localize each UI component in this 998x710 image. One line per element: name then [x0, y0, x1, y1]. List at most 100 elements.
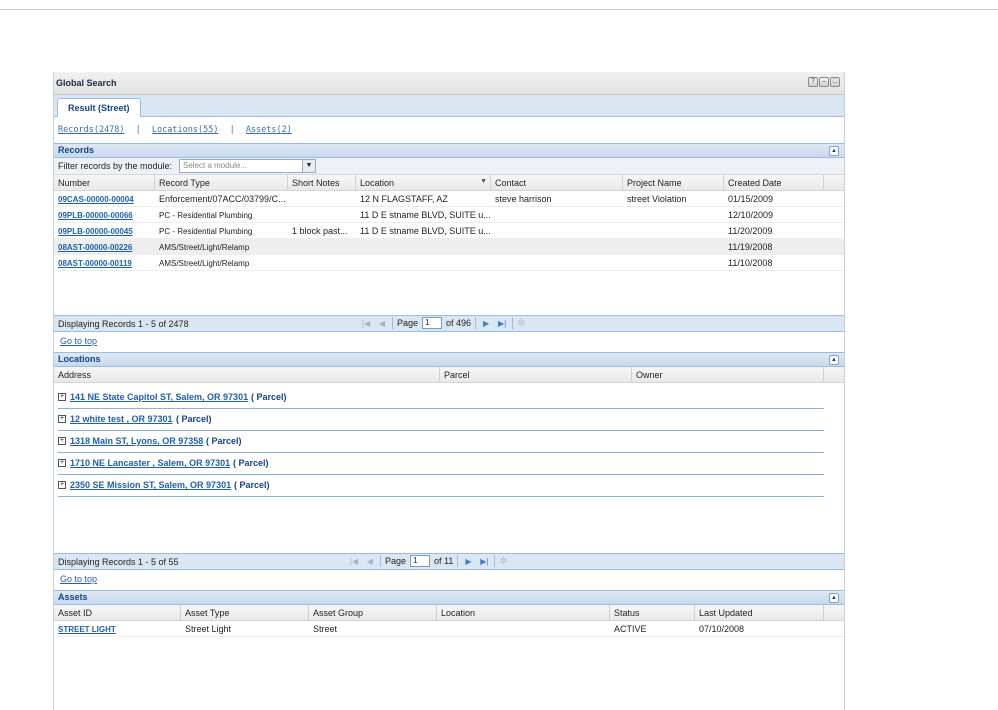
location-address-link[interactable]: 141 NE State Capitol ST, Salem, OR 97301: [70, 392, 248, 402]
table-cell: 11 D E stname BLVD, SUITE u...: [360, 210, 491, 220]
sort-dropdown-icon[interactable]: ▼: [480, 178, 487, 185]
column-header[interactable]: Short Notes: [288, 175, 356, 191]
page-number-input[interactable]: 1: [410, 555, 431, 567]
locations-go-to-top: Go to top: [54, 570, 844, 590]
link-separator: |: [229, 125, 235, 135]
minimize-icon[interactable]: –: [819, 77, 829, 87]
refresh-icon[interactable]: ✲: [517, 318, 525, 329]
table-row[interactable]: 08AST-00000-00226 AMS/Street/Light/Relamp…: [54, 239, 844, 255]
table-row[interactable]: 08AST-00000-00119 AMS/Street/Light/Relamp…: [54, 255, 844, 271]
column-header[interactable]: Parcel: [440, 367, 632, 383]
table-cell: PC - Residential Plumbing: [159, 211, 253, 220]
page-of-label: of 496: [446, 318, 472, 328]
records-display-count: Displaying Records 1 - 5 of 2478: [58, 319, 189, 329]
first-page-icon[interactable]: |◀: [348, 557, 360, 566]
table-cell: Street: [313, 624, 338, 634]
column-header-location[interactable]: Location ▼: [356, 175, 491, 191]
parcel-tag: ( Parcel): [251, 392, 287, 402]
column-header[interactable]: Asset Group: [309, 605, 437, 621]
plus-box-icon[interactable]: +: [58, 459, 66, 467]
table-cell: [623, 207, 724, 223]
table-cell: [356, 239, 491, 255]
table-cell: [491, 207, 623, 223]
table-cell: [288, 207, 356, 223]
prev-page-icon[interactable]: ◀: [364, 557, 376, 566]
location-address-link[interactable]: 2350 SE Mission ST, Salem, OR 97301: [70, 480, 231, 490]
column-header[interactable]: Asset ID: [54, 605, 181, 621]
location-item: +1318 Main ST, Lyons, OR 97358( Parcel): [58, 431, 824, 453]
column-header[interactable]: Owner: [632, 367, 824, 383]
records-filter-row: Filter records by the module: Select a m…: [54, 158, 844, 175]
records-link[interactable]: Records(2478): [58, 125, 125, 135]
records-section-header: Records ▲: [54, 143, 844, 158]
plus-box-icon[interactable]: +: [58, 481, 66, 489]
column-header[interactable]: Status: [610, 605, 695, 621]
chevron-down-icon[interactable]: ▼: [302, 160, 315, 172]
record-number-link[interactable]: 08AST-00000-00226: [54, 239, 155, 255]
location-address-link[interactable]: 12 white test , OR 97301: [70, 414, 173, 424]
column-header[interactable]: Record Type: [155, 175, 288, 191]
plus-box-icon[interactable]: +: [58, 393, 66, 401]
pager-separator: [494, 555, 496, 567]
column-header[interactable]: Contact: [491, 175, 623, 191]
collapse-up-icon[interactable]: ▲: [829, 146, 839, 156]
maximize-icon[interactable]: □: [830, 77, 840, 87]
table-row[interactable]: 09PLB-00000-00045 PC - Residential Plumbi…: [54, 223, 844, 239]
table-cell: steve harrison: [495, 194, 552, 204]
column-header-label: Location: [360, 178, 395, 188]
column-header[interactable]: Number: [54, 175, 155, 191]
assets-grid: Asset ID Asset Type Asset Group Location…: [54, 605, 844, 665]
table-row[interactable]: 09CAS-00000-00004 Enforcement/07ACC/03799…: [54, 191, 844, 207]
table-cell: 07/10/2008: [699, 624, 745, 634]
table-cell: [437, 621, 610, 637]
first-page-icon[interactable]: |◀: [360, 319, 372, 328]
prev-page-icon[interactable]: ◀: [376, 319, 388, 328]
last-page-icon[interactable]: ▶|: [496, 319, 508, 328]
last-page-icon[interactable]: ▶|: [478, 557, 490, 566]
column-header[interactable]: Project Name: [623, 175, 724, 191]
collapse-up-icon[interactable]: ▲: [829, 593, 839, 603]
plus-box-icon[interactable]: +: [58, 415, 66, 423]
column-header[interactable]: Last Updated: [695, 605, 824, 621]
table-cell: [491, 255, 623, 271]
table-cell: [288, 239, 356, 255]
record-number-link[interactable]: 09CAS-00000-00004: [54, 191, 155, 207]
table-row[interactable]: STREET LIGHT Street Light Street ACTIVE 07/1…: [54, 621, 844, 637]
column-header[interactable]: Created Date: [724, 175, 824, 191]
locations-link[interactable]: Locations(55): [152, 125, 219, 135]
help-icon[interactable]: ?: [808, 77, 818, 87]
column-header[interactable]: Location: [437, 605, 610, 621]
table-cell: 1 block past...: [292, 226, 348, 236]
record-number-link[interactable]: 08AST-00000-00119: [54, 255, 155, 271]
pager-separator: [475, 317, 477, 329]
page-number-input[interactable]: 1: [422, 317, 443, 329]
table-cell: [623, 239, 724, 255]
go-to-top-link[interactable]: Go to top: [60, 574, 97, 584]
table-cell: AMS/Street/Light/Relamp: [159, 259, 250, 268]
assets-link[interactable]: Assets(2): [246, 125, 292, 135]
next-page-icon[interactable]: ▶: [462, 557, 474, 566]
table-cell: [288, 191, 356, 207]
module-select[interactable]: Select a module... ▼: [179, 159, 316, 173]
go-to-top-link[interactable]: Go to top: [60, 336, 97, 346]
table-cell: 11/10/2008: [728, 258, 773, 268]
tab-result-street[interactable]: Result (Street): [57, 98, 141, 117]
asset-id-link[interactable]: STREET LIGHT: [54, 621, 181, 637]
location-address-link[interactable]: 1318 Main ST, Lyons, OR 97358: [70, 436, 203, 446]
table-cell: 11/20/2009: [728, 226, 773, 236]
table-row[interactable]: 09PLB-00000-00066 PC - Residential Plumbi…: [54, 207, 844, 223]
parcel-tag: ( Parcel): [234, 480, 270, 490]
records-body: 09CAS-00000-00004 Enforcement/07ACC/03799…: [54, 191, 844, 271]
collapse-up-icon[interactable]: ▲: [829, 355, 839, 365]
table-cell: PC - Residential Plumbing: [159, 227, 253, 236]
record-number-link[interactable]: 09PLB-00000-00045: [54, 223, 155, 239]
locations-pager: |◀ ◀ Page 1 of 11 ▶ ▶| ✲: [348, 555, 508, 567]
location-address-link[interactable]: 1710 NE Lancaster , Salem, OR 97301: [70, 458, 230, 468]
record-number-link[interactable]: 09PLB-00000-00066: [54, 207, 155, 223]
plus-box-icon[interactable]: +: [58, 437, 66, 445]
refresh-icon[interactable]: ✲: [499, 556, 507, 567]
column-header[interactable]: Address: [54, 367, 440, 383]
column-header[interactable]: Asset Type: [181, 605, 309, 621]
next-page-icon[interactable]: ▶: [480, 319, 492, 328]
location-item: +1710 NE Lancaster , Salem, OR 97301( Pa…: [58, 453, 824, 475]
